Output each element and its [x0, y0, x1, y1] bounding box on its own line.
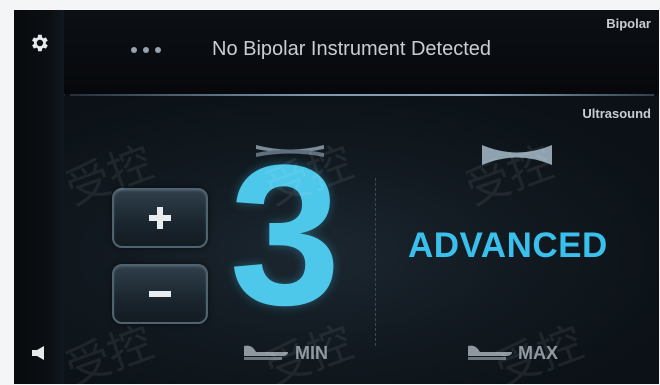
more-options-icon[interactable]: [131, 47, 161, 53]
vertical-separator: [375, 178, 376, 346]
speaker-icon[interactable]: [26, 340, 52, 366]
ultrasound-section-label: Ultrasound: [582, 106, 651, 121]
gear-icon[interactable]: [26, 30, 52, 56]
side-rail: [14, 10, 65, 384]
bipolar-section-label: Bipolar: [606, 16, 651, 31]
device-screen: Bipolar No Bipolar Instrument Detected U…: [14, 10, 659, 384]
bipolar-status-text: No Bipolar Instrument Detected: [212, 38, 492, 60]
minus-icon: [149, 291, 171, 297]
mode-label: ADVANCED: [408, 226, 608, 265]
bipolar-panel: Bipolar No Bipolar Instrument Detected: [64, 10, 659, 94]
plus-icon: [149, 207, 171, 229]
